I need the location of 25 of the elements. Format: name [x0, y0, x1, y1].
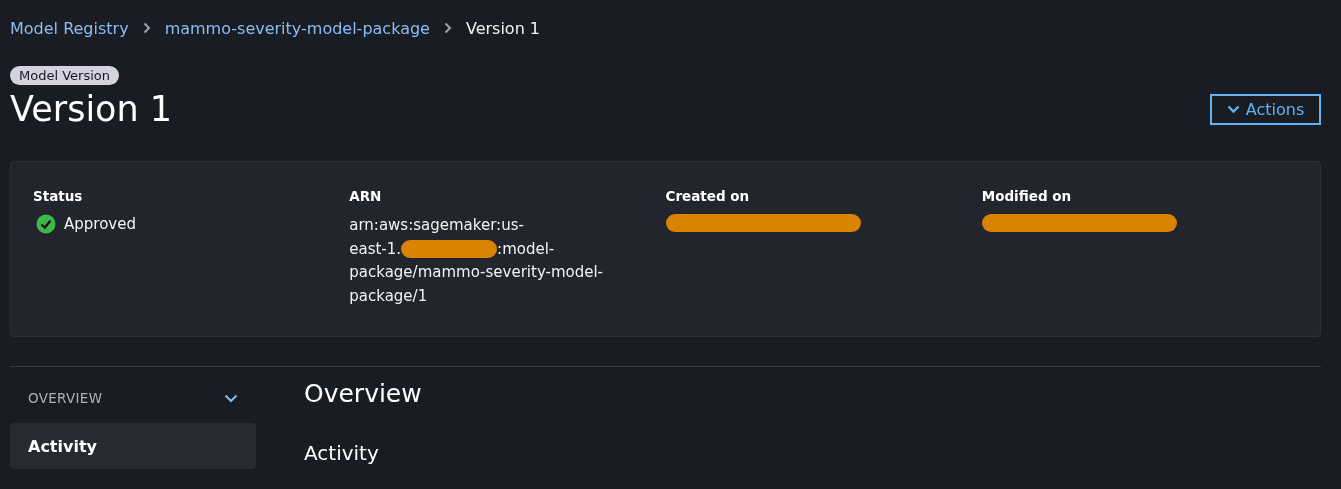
breadcrumb-link[interactable]: Model Registry: [10, 18, 129, 38]
page-title: Version 1: [10, 88, 173, 131]
chevron-down-icon[interactable]: [224, 393, 238, 403]
section-subtitle: Activity: [304, 440, 380, 467]
actions-button[interactable]: Actions: [1210, 94, 1321, 125]
arn-text: east-1.: [349, 238, 402, 260]
badge: Model Version: [10, 66, 119, 85]
breadcrumb-current: Version 1: [465, 18, 541, 38]
field-label: Modified on: [981, 188, 1072, 204]
section-title: Overview: [304, 378, 422, 410]
arn-text: arn:aws:sagemaker:us-: [349, 215, 524, 236]
arn-text: package/1: [349, 285, 428, 307]
status-text: Approved: [64, 215, 136, 233]
field-label: Created on: [665, 188, 750, 204]
sidebar-item[interactable]: Activity: [10, 423, 256, 469]
chevron-down-icon: [1226, 105, 1240, 114]
check-circle-icon: [36, 214, 56, 234]
chevron-right-icon: [443, 22, 452, 34]
arn-text: :model-: [497, 238, 555, 260]
section-heading: OVERVIEW: [28, 390, 103, 406]
chevron-right-icon: [142, 22, 151, 34]
field-label: ARN: [349, 188, 382, 204]
field-label: Status: [33, 188, 83, 204]
breadcrumb-link[interactable]: mammo-severity-model-package: [164, 18, 430, 38]
arn-text: package/mammo-severity-model-: [349, 262, 604, 283]
